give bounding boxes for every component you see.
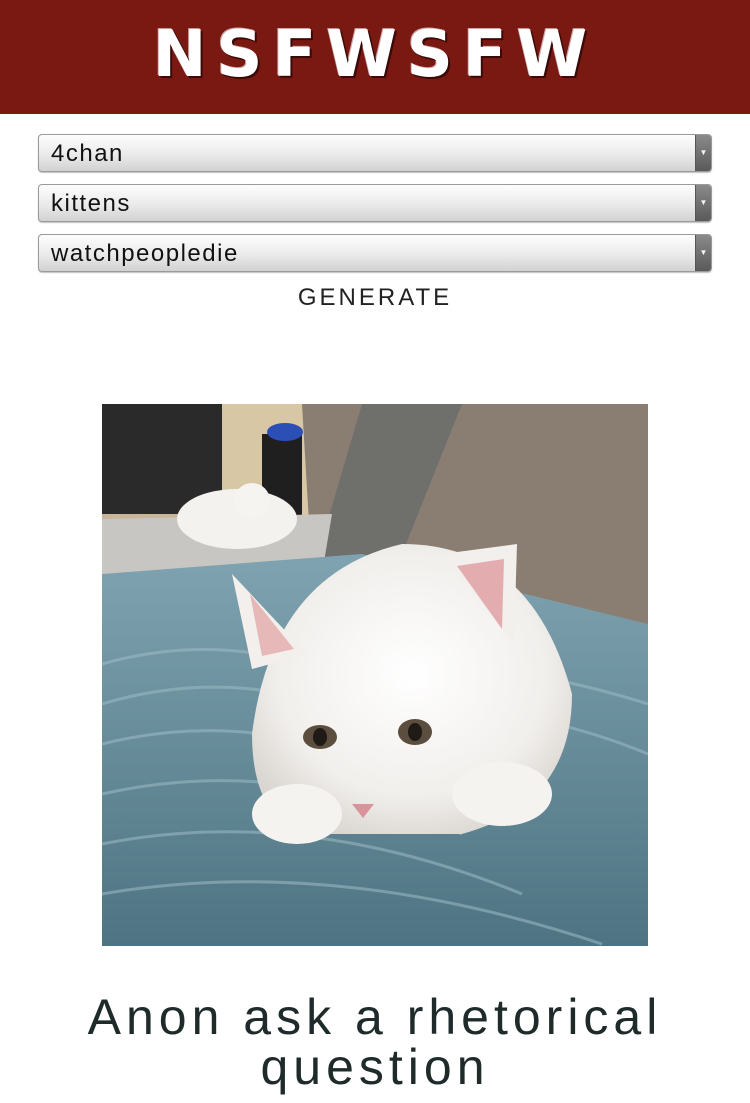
source-select-3[interactable]: watchpeopledie ▼ bbox=[38, 234, 712, 272]
site-logo[interactable]: NSFWSFW bbox=[153, 23, 597, 87]
source-select-3-value: watchpeopledie bbox=[51, 240, 239, 267]
chevron-down-icon: ▼ bbox=[695, 185, 711, 221]
caption-text: Anon ask a rhetorical question bbox=[87, 989, 663, 1095]
source-select-1[interactable]: 4chan ▼ bbox=[38, 134, 712, 172]
source-select-2[interactable]: kittens ▼ bbox=[38, 184, 712, 222]
source-selects: 4chan ▼ kittens ▼ watchpeopledie ▼ bbox=[0, 114, 750, 272]
source-select-1-value: 4chan bbox=[51, 140, 124, 167]
chevron-down-icon: ▼ bbox=[695, 135, 711, 171]
chevron-down-icon: ▼ bbox=[695, 235, 711, 271]
source-select-2-value: kittens bbox=[51, 190, 131, 217]
generate-button[interactable]: GENERATE bbox=[275, 284, 475, 312]
site-header: NSFWSFW bbox=[0, 0, 750, 114]
generated-image bbox=[102, 404, 648, 946]
